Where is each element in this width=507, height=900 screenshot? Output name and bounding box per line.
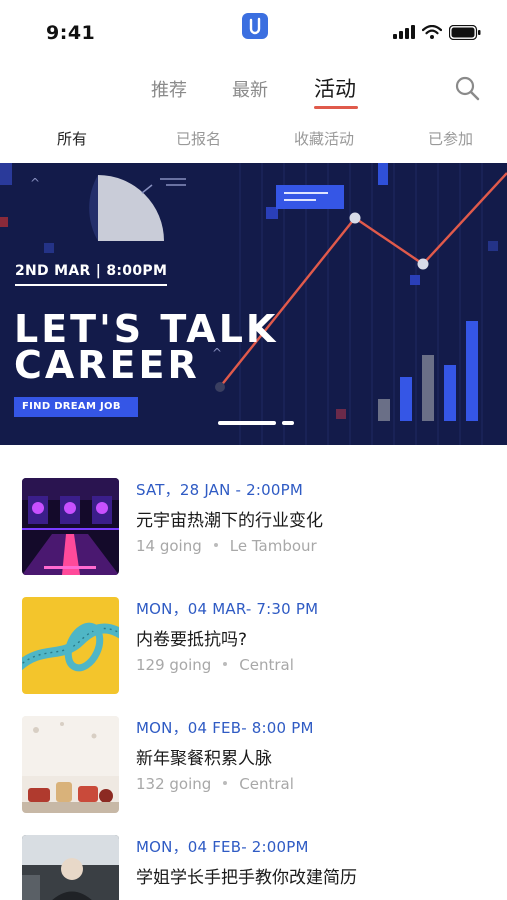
subtab-joined[interactable]: 已参加 [428, 128, 473, 149]
event-meta: 129 going Central [136, 656, 294, 674]
tab-recommended[interactable]: 推荐 [151, 76, 187, 102]
event-list-item[interactable]: SAT，28 JAN - 2:00PM 元宇宙热潮下的行业变化 14 going… [0, 476, 507, 586]
banner-title-line2: CAREER [14, 343, 200, 387]
search-icon [455, 76, 480, 101]
event-list-item[interactable]: MON，04 FEB- 8:00 PM 新年聚餐积累人脉 132 going Ce… [0, 714, 507, 824]
banner-pager [218, 421, 294, 426]
meta-separator [223, 781, 228, 785]
app-logo-icon [242, 13, 268, 39]
event-meta: 14 going Le Tambour [136, 537, 317, 555]
status-time: 9:41 [46, 22, 96, 44]
event-going-count: 14 going [136, 537, 202, 555]
event-location: Central [239, 656, 294, 674]
status-bar: 9:41 [0, 0, 507, 60]
event-banner[interactable]: ^ ^ 2ND MAR | 8:00PM LET'S TALK CAREER F… [0, 163, 507, 445]
svg-text:^: ^ [30, 176, 40, 190]
subtab-favorites[interactable]: 收藏活动 [294, 128, 354, 149]
banner-title: LET'S TALK CAREER [14, 307, 279, 387]
event-title: 元宇宙热潮下的行业变化 [136, 511, 323, 531]
banner-cta-button[interactable]: FIND DREAM JOB [14, 397, 138, 417]
subtab-registered[interactable]: 已报名 [176, 128, 221, 149]
sub-tab-bar: 所有 已报名 收藏活动 已参加 [0, 124, 507, 154]
event-list-item[interactable]: MON，04 MAR- 7:30 PM 内卷要抵抗吗? 129 going Cen… [0, 595, 507, 705]
battery-icon [449, 24, 481, 40]
event-title: 新年聚餐积累人脉 [136, 749, 272, 769]
event-list-item[interactable]: MON，04 FEB- 2:00PM 学姐学长手把手教你改建简历 [0, 833, 507, 900]
event-location: Central [239, 775, 294, 793]
event-title: 学姐学长手把手教你改建简历 [136, 868, 357, 888]
search-button[interactable] [453, 74, 481, 102]
tab-events[interactable]: 活动 [314, 73, 356, 103]
status-indicators [393, 22, 481, 42]
active-tab-indicator [314, 106, 358, 109]
event-date: MON，04 FEB- 2:00PM [136, 838, 309, 856]
event-thumbnail-measuring-tape [22, 597, 119, 694]
event-going-count: 129 going [136, 656, 212, 674]
banner-date: 2ND MAR | 8:00PM [15, 263, 168, 286]
event-thumbnail-neon-stage [22, 478, 119, 575]
event-going-count: 132 going [136, 775, 212, 793]
banner-title-line1: LET'S TALK [14, 307, 279, 351]
signal-icon [393, 25, 415, 39]
event-date: MON，04 FEB- 8:00 PM [136, 719, 314, 737]
event-location: Le Tambour [229, 537, 317, 555]
meta-separator [223, 662, 228, 666]
pager-dot-active[interactable] [218, 421, 276, 425]
event-title: 内卷要抵抗吗? [136, 630, 248, 650]
event-date: SAT，28 JAN - 2:00PM [136, 481, 303, 499]
top-tab-bar: 推荐 最新 活动 [0, 68, 507, 112]
pager-dot[interactable] [282, 421, 294, 425]
subtab-all[interactable]: 所有 [57, 128, 87, 149]
event-date: MON，04 MAR- 7:30 PM [136, 600, 319, 618]
event-meta: 132 going Central [136, 775, 294, 793]
event-thumbnail-office [22, 835, 119, 900]
event-thumbnail-dinner [22, 716, 119, 813]
meta-separator [213, 543, 218, 547]
tab-latest[interactable]: 最新 [232, 76, 268, 102]
wifi-icon [422, 25, 442, 39]
